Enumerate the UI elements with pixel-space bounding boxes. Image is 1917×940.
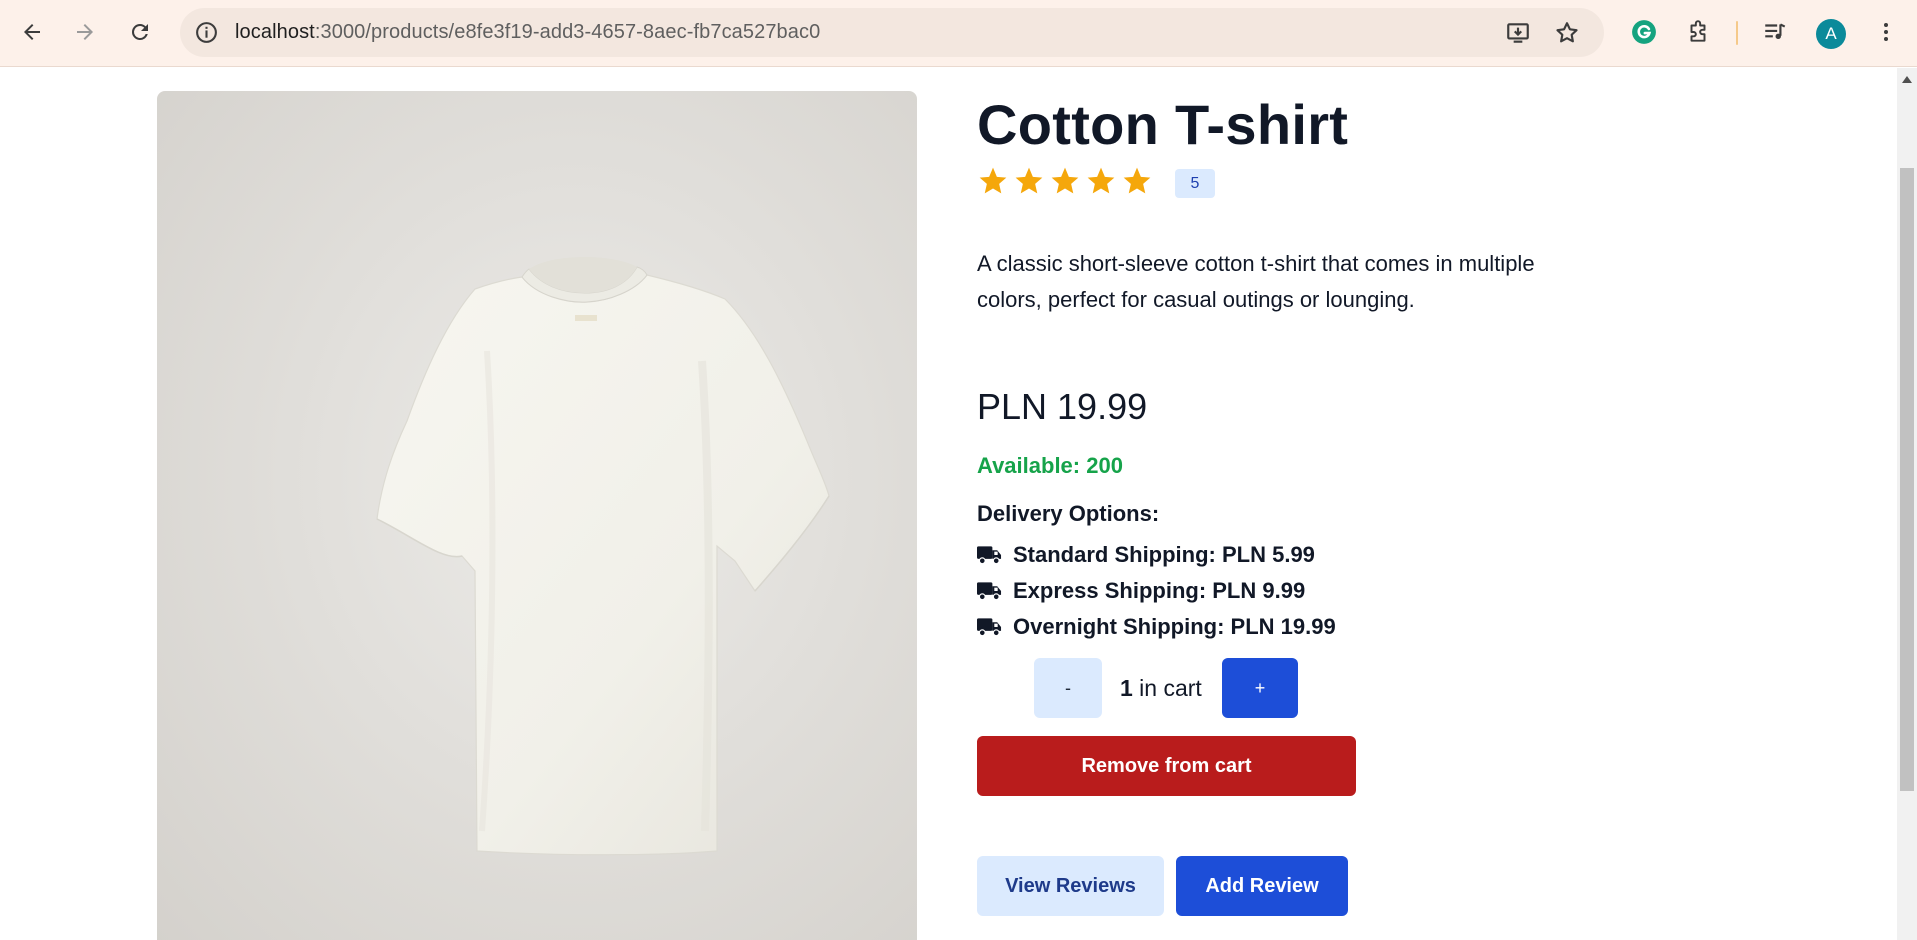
arrow-left-icon xyxy=(24,24,40,40)
extensions-button[interactable] xyxy=(1682,16,1714,48)
delivery-option-label: Express Shipping: PLN 9.99 xyxy=(1013,578,1306,603)
star-outline-icon[interactable] xyxy=(1554,20,1580,46)
add-review-button[interactable]: Add Review xyxy=(1176,856,1348,916)
decrease-quantity-button[interactable]: - xyxy=(1034,658,1102,718)
media-controls-button[interactable] xyxy=(1759,16,1791,48)
increase-quantity-button[interactable]: + xyxy=(1222,658,1298,718)
stock-availability: Available: 200 xyxy=(977,453,1123,478)
browser-toolbar: localhost:3000/products/e8fe3f19-add3-46… xyxy=(0,0,1917,67)
scrollbar-thumb[interactable] xyxy=(1900,168,1914,791)
rating-count-badge: 5 xyxy=(1175,169,1215,198)
tshirt-illustration xyxy=(376,257,830,856)
reload-button[interactable] xyxy=(120,12,160,52)
cart-quantity-value: 1 xyxy=(1120,675,1133,701)
scroll-up-arrow-icon[interactable] xyxy=(1902,76,1912,83)
chrome-menu-button[interactable] xyxy=(1870,16,1902,48)
product-title: Cotton T-shirt xyxy=(977,93,1349,156)
url-host: localhost xyxy=(235,21,315,43)
delivery-options-list: Standard Shipping: PLN 5.99 Express Ship… xyxy=(977,537,1336,645)
install-app-icon[interactable] xyxy=(1505,20,1531,46)
view-reviews-button[interactable]: View Reviews xyxy=(977,856,1164,916)
profile-avatar[interactable]: A xyxy=(1816,19,1846,49)
page-scrollbar[interactable] xyxy=(1897,68,1917,940)
puzzle-icon xyxy=(1690,20,1706,42)
product-image xyxy=(157,91,917,940)
delivery-option-label: Standard Shipping: PLN 5.99 xyxy=(1013,542,1315,567)
url-text[interactable]: localhost:3000/products/e8fe3f19-add3-46… xyxy=(235,8,820,57)
delivery-options-title: Delivery Options: xyxy=(977,501,1160,526)
info-icon[interactable] xyxy=(194,20,219,45)
star-icon xyxy=(1051,167,1079,194)
remove-from-cart-button[interactable]: Remove from cart xyxy=(977,736,1356,796)
page-viewport: Cotton T-shirt 5 A classic short-sleeve … xyxy=(0,68,1897,940)
arrow-right-icon xyxy=(77,24,93,40)
star-icon xyxy=(1123,167,1151,194)
reload-icon xyxy=(131,23,148,40)
toolbar-divider xyxy=(1736,21,1738,45)
url-path: :3000/products/e8fe3f19-add3-4657-8aec-f… xyxy=(314,21,821,43)
delivery-option: Express Shipping: PLN 9.99 xyxy=(977,573,1336,609)
address-bar[interactable]: localhost:3000/products/e8fe3f19-add3-46… xyxy=(180,8,1604,57)
cart-quantity-display: 1 in cart xyxy=(1120,658,1202,718)
kebab-menu-icon xyxy=(1884,23,1888,41)
star-icon xyxy=(1087,167,1115,194)
product-description: A classic short-sleeve cotton t-shirt th… xyxy=(977,251,1535,312)
grammarly-icon xyxy=(1632,20,1656,44)
back-button[interactable] xyxy=(12,12,52,52)
truck-icon xyxy=(977,618,1002,637)
truck-icon xyxy=(977,546,1002,565)
star-icon xyxy=(979,167,1007,194)
media-queue-icon xyxy=(1765,23,1786,40)
truck-icon xyxy=(977,582,1002,601)
delivery-option-label: Overnight Shipping: PLN 19.99 xyxy=(1013,614,1336,639)
forward-button[interactable] xyxy=(65,12,105,52)
cart-quantity-suffix: in cart xyxy=(1132,675,1202,701)
star-icon xyxy=(1015,167,1043,194)
product-price: PLN 19.99 xyxy=(977,386,1148,427)
delivery-option: Overnight Shipping: PLN 19.99 xyxy=(977,609,1336,645)
delivery-option: Standard Shipping: PLN 5.99 xyxy=(977,537,1336,573)
rating-stars xyxy=(977,165,1153,197)
grammarly-extension-button[interactable] xyxy=(1628,16,1660,48)
